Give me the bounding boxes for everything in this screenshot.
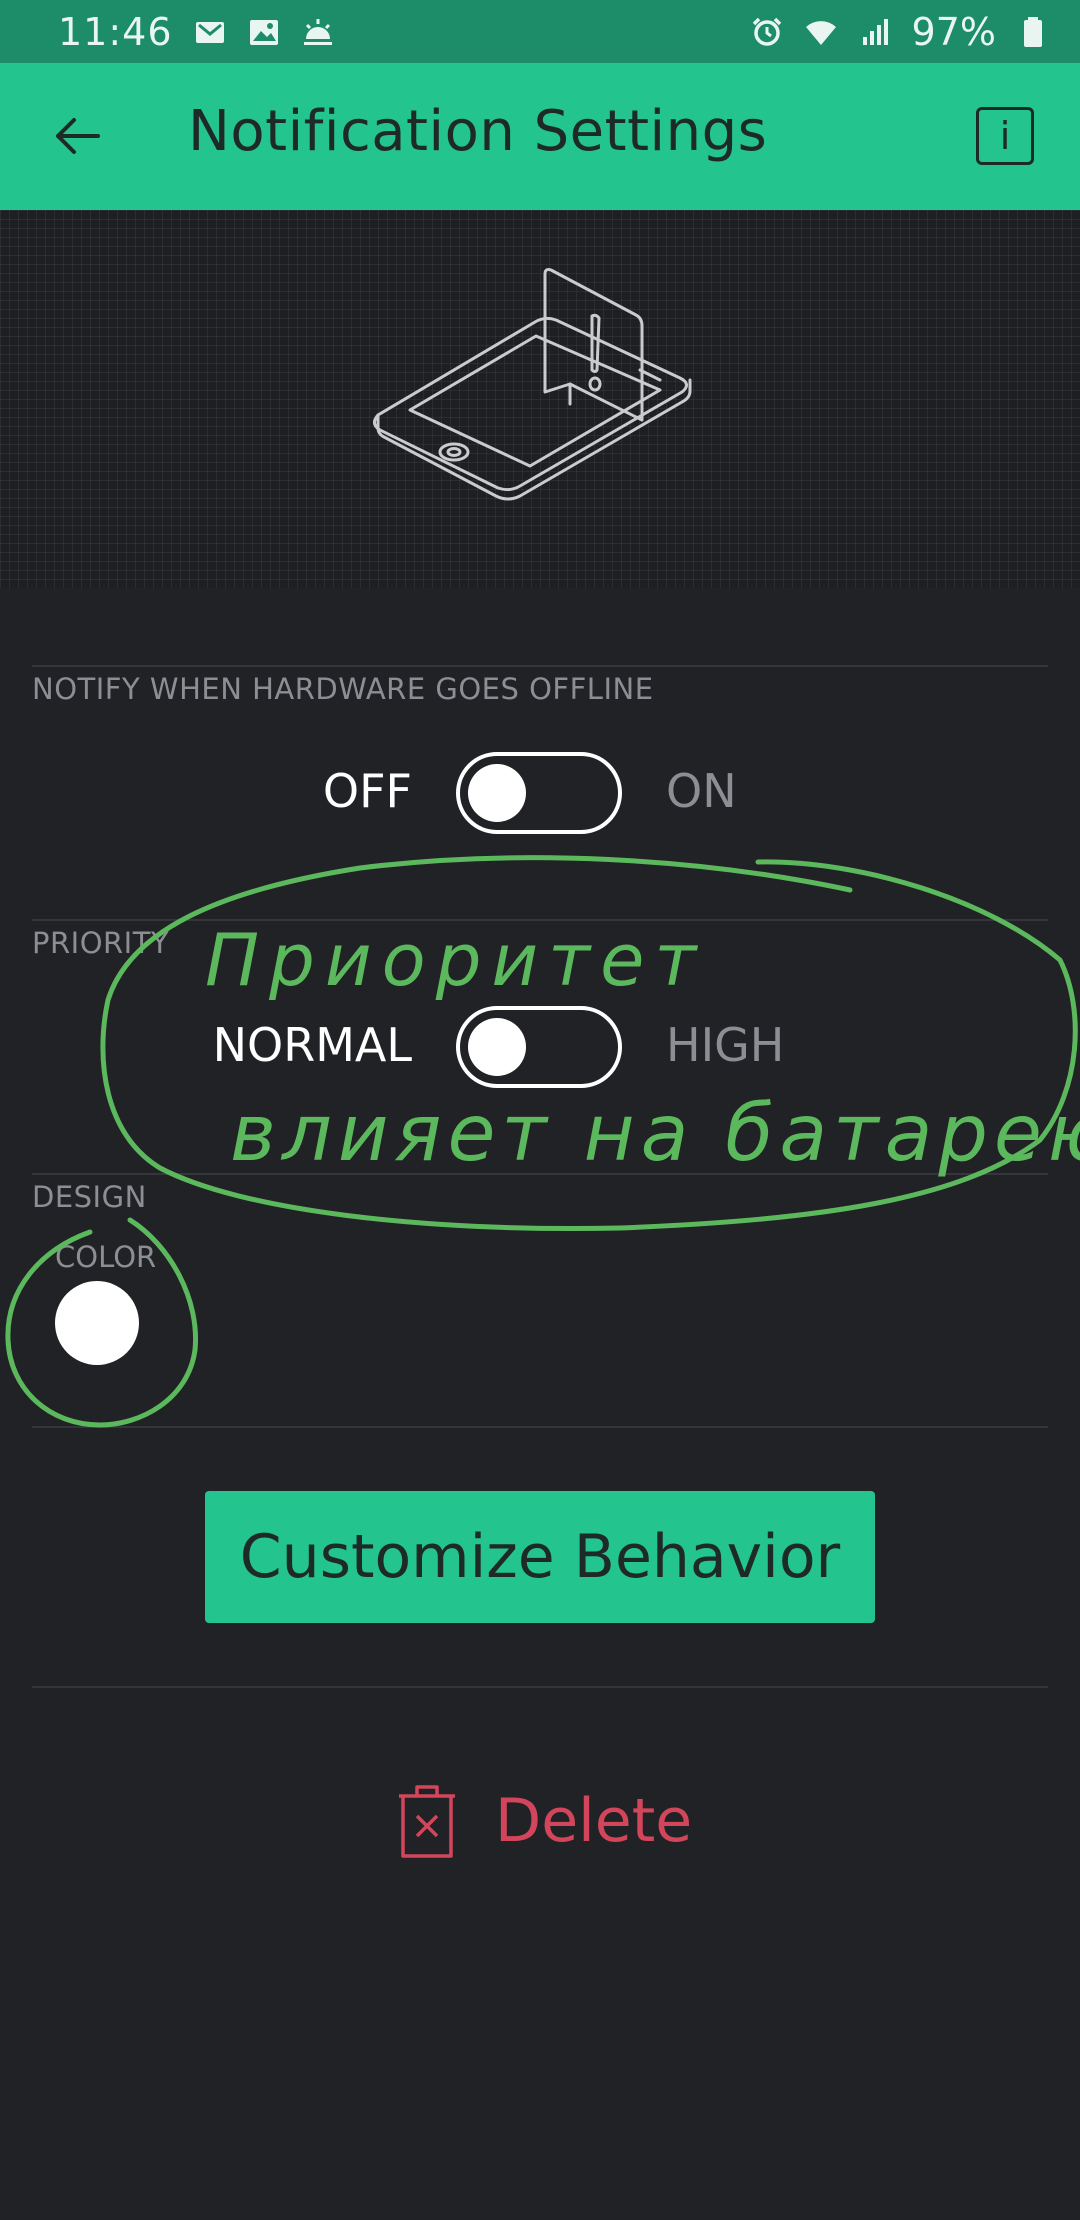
status-right: 97% — [750, 10, 1050, 54]
divider — [32, 1686, 1048, 1688]
weather-icon — [301, 15, 335, 49]
offline-switch-row: OFF ON — [0, 750, 1080, 840]
header-illustration — [0, 210, 1080, 588]
status-left: 11:46 — [58, 10, 335, 54]
info-button[interactable]: i — [976, 107, 1034, 165]
page-title: Notification Settings — [188, 99, 768, 164]
arrow-left-icon — [56, 118, 100, 154]
offline-toggle[interactable] — [456, 752, 622, 834]
annotation-line-2: влияет на батарею — [230, 1089, 1080, 1179]
annotation-line-1: Приоритет — [205, 918, 706, 1002]
wifi-icon — [804, 15, 838, 49]
divider — [32, 665, 1048, 667]
priority-switch-row: NORMAL HIGH — [0, 1004, 1080, 1094]
offline-on-label: ON — [666, 764, 737, 818]
trash-icon — [399, 1785, 455, 1858]
toggle-knob — [468, 764, 526, 822]
divider — [32, 1173, 1048, 1175]
divider — [32, 1426, 1048, 1428]
delete-label: Delete — [495, 1786, 693, 1856]
priority-high-label: HIGH — [666, 1018, 785, 1072]
gmail-icon — [193, 15, 227, 49]
delete-button[interactable]: Delete — [395, 1776, 725, 1866]
toggle-knob — [468, 1018, 526, 1076]
priority-normal-label: NORMAL — [212, 1018, 412, 1072]
offline-section-label: NOTIFY WHEN HARDWARE GOES OFFLINE — [32, 672, 654, 706]
priority-section-label: PRIORITY — [32, 926, 170, 960]
customize-behavior-button[interactable]: Customize Behavior — [205, 1491, 875, 1623]
status-bar: 11:46 97% — [0, 0, 1080, 63]
back-button[interactable] — [44, 103, 110, 169]
offline-off-label: OFF — [322, 764, 412, 818]
battery-icon — [1016, 15, 1050, 49]
phone-notification-icon — [373, 268, 692, 501]
design-section-label: DESIGN — [32, 1180, 147, 1214]
gallery-icon — [247, 15, 281, 49]
color-label: COLOR — [55, 1240, 157, 1274]
signal-icon — [858, 15, 892, 49]
color-picker-swatch[interactable] — [55, 1281, 139, 1365]
alarm-icon — [750, 15, 784, 49]
app-bar: Notification Settings i — [0, 63, 1080, 210]
status-time: 11:46 — [58, 9, 173, 54]
priority-toggle[interactable] — [456, 1006, 622, 1088]
battery-percent: 97% — [911, 9, 996, 54]
divider — [32, 919, 1048, 921]
